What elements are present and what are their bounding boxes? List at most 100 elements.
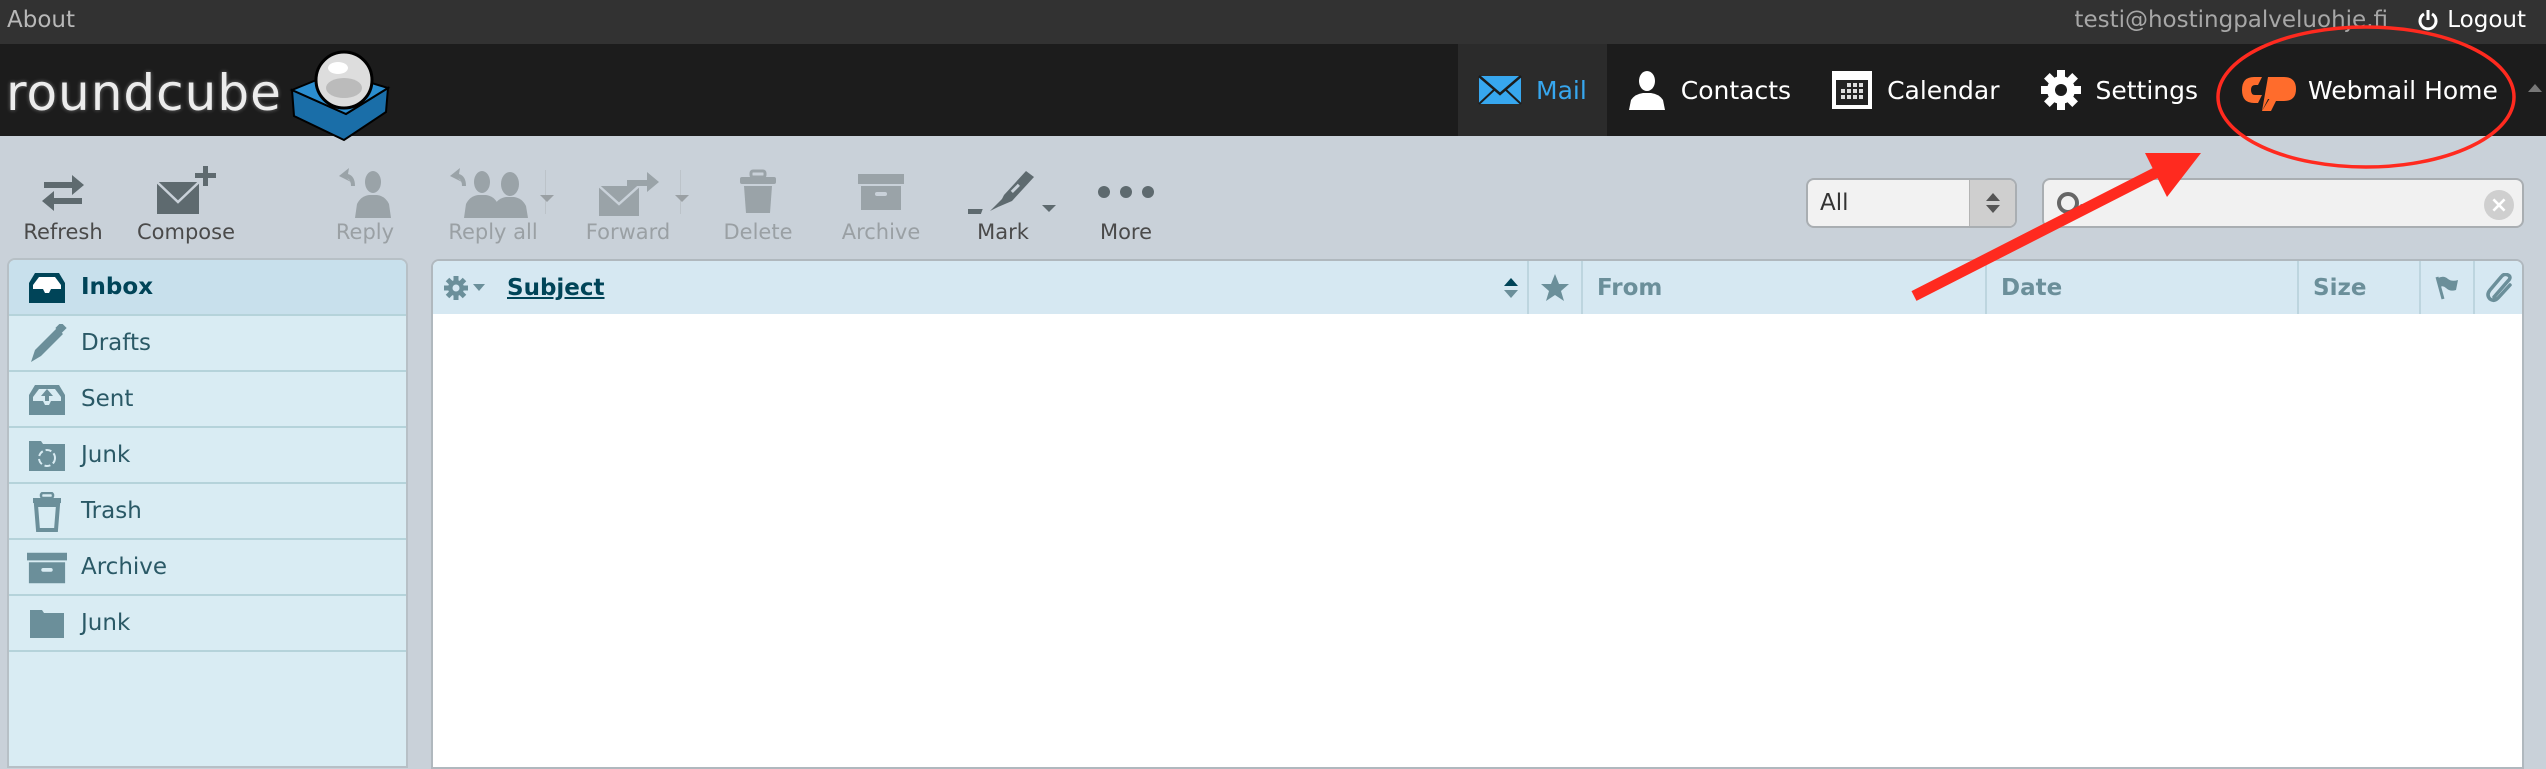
compose-icon: [156, 166, 216, 214]
power-icon: [2418, 10, 2438, 31]
column-size-label: Size: [2313, 274, 2367, 301]
folder-junk-2[interactable]: Junk: [9, 596, 406, 652]
taskbar: Mail Contacts Calendar Settings Webmail …: [1458, 44, 2518, 136]
task-settings-label: Settings: [2095, 75, 2199, 105]
sort-order-icon[interactable]: [1503, 277, 1519, 299]
folder-inbox[interactable]: Inbox: [9, 260, 406, 316]
refresh-label: Refresh: [23, 220, 103, 244]
filter-selected-value: All: [1820, 190, 1849, 216]
delete-button[interactable]: Delete: [703, 164, 813, 244]
reply-all-icon: [450, 168, 528, 218]
reply-label: Reply: [335, 220, 395, 244]
more-button[interactable]: More: [1071, 164, 1181, 244]
folder-label: Archive: [81, 554, 168, 580]
folder-list: Inbox Drafts Sent Junk Trash Archive Jun…: [7, 258, 408, 768]
task-mail-label: Mail: [1536, 75, 1587, 105]
star-icon: [1541, 273, 1569, 301]
cpanel-icon: [2242, 77, 2297, 111]
reply-all-label: Reply all: [448, 220, 538, 244]
logout-label: Logout: [2447, 7, 2526, 33]
reply-button[interactable]: Reply: [310, 164, 420, 244]
task-contacts-label: Contacts: [1680, 75, 1792, 105]
search-input[interactable]: [2104, 188, 2464, 218]
folder-label: Inbox: [81, 274, 154, 300]
task-webmail-home-label: Webmail Home: [2308, 75, 2498, 105]
folder-icon: [27, 606, 67, 642]
folder-label: Junk: [81, 610, 131, 636]
folder-drafts[interactable]: Drafts: [9, 316, 406, 372]
folder-junk[interactable]: Junk: [9, 428, 406, 484]
column-subject-label[interactable]: Subject: [485, 275, 605, 301]
task-calendar-label: Calendar: [1887, 75, 2000, 105]
task-contacts[interactable]: Contacts: [1607, 44, 1811, 136]
mail-icon: [1478, 75, 1522, 105]
junk-icon: [27, 438, 67, 474]
header: roundcube Mail Contacts Calendar Setting…: [0, 44, 2546, 142]
column-subject[interactable]: Subject: [433, 261, 1527, 314]
forward-label: Forward: [585, 220, 671, 244]
refresh-button[interactable]: Refresh: [8, 164, 118, 244]
roundcube-logo[interactable]: roundcube: [6, 50, 392, 142]
more-label: More: [1099, 220, 1153, 244]
user-email: testi@hostingpalveluohje.fi: [2074, 7, 2388, 33]
logo-text: roundcube: [6, 64, 282, 122]
about-link[interactable]: About: [7, 7, 75, 33]
compose-label: Compose: [136, 220, 235, 244]
collapse-header-icon[interactable]: [2528, 84, 2542, 92]
task-settings[interactable]: Settings: [2020, 44, 2219, 136]
refresh-icon: [42, 175, 84, 211]
message-filter-select[interactable]: All: [1806, 178, 2017, 228]
compose-button[interactable]: Compose: [131, 164, 241, 244]
trash-icon: [740, 169, 776, 213]
clear-search-icon[interactable]: ×: [2484, 190, 2514, 220]
paperclip-icon: [2485, 272, 2512, 302]
task-calendar[interactable]: Calendar: [1811, 44, 2019, 136]
mark-label: Mark: [977, 220, 1029, 244]
logout-button[interactable]: Logout: [2417, 7, 2526, 33]
archive-icon: [27, 550, 67, 586]
folder-label: Junk: [81, 442, 131, 468]
inbox-icon: [27, 270, 67, 306]
folder-label: Sent: [81, 386, 134, 412]
mark-icon: [968, 171, 1034, 214]
top-bar: About testi@hostingpalveluohje.fi Logout: [0, 0, 2546, 44]
select-arrows-icon: [1969, 180, 2015, 226]
message-list-header: Subject From Date Size: [433, 261, 2522, 314]
calendar-icon: [1832, 71, 1873, 109]
trash-icon: [27, 492, 67, 532]
archive-label: Archive: [841, 220, 921, 244]
search-icon[interactable]: [2056, 190, 2096, 224]
column-attachment[interactable]: [2473, 261, 2522, 314]
archive-icon: [858, 174, 904, 210]
mark-button[interactable]: Mark: [948, 164, 1058, 244]
contacts-icon: [1628, 71, 1665, 110]
folder-archive[interactable]: Archive: [9, 540, 406, 596]
column-flag[interactable]: [2419, 261, 2473, 314]
column-date[interactable]: Date: [1985, 261, 2297, 314]
column-from[interactable]: From: [1581, 261, 1985, 314]
column-size[interactable]: Size: [2297, 261, 2419, 314]
archive-button[interactable]: Archive: [826, 164, 936, 244]
column-from-label: From: [1597, 274, 1663, 301]
task-webmail-home[interactable]: Webmail Home: [2218, 44, 2518, 136]
toolbar: Refresh Compose Reply Reply all Forward …: [0, 136, 2546, 256]
column-date-label: Date: [2001, 274, 2063, 301]
pencil-icon: [27, 324, 67, 362]
search-box[interactable]: ×: [2042, 178, 2524, 228]
folder-sent[interactable]: Sent: [9, 372, 406, 428]
folder-trash[interactable]: Trash: [9, 484, 406, 540]
sent-icon: [27, 382, 67, 418]
roundcube-logo-icon: [289, 50, 391, 142]
more-icon: [1098, 186, 1154, 198]
reply-icon: [339, 168, 391, 218]
forward-icon: [598, 172, 659, 216]
reply-all-button[interactable]: Reply all: [438, 164, 554, 244]
delete-label: Delete: [723, 220, 793, 244]
forward-button[interactable]: Forward: [573, 164, 689, 244]
column-flagged[interactable]: [1527, 261, 1581, 314]
flag-icon: [2435, 276, 2458, 299]
list-options-icon[interactable]: [433, 275, 485, 301]
gear-icon: [2040, 70, 2081, 110]
message-list: Subject From Date Size: [431, 259, 2524, 769]
task-mail[interactable]: Mail: [1458, 44, 1607, 136]
